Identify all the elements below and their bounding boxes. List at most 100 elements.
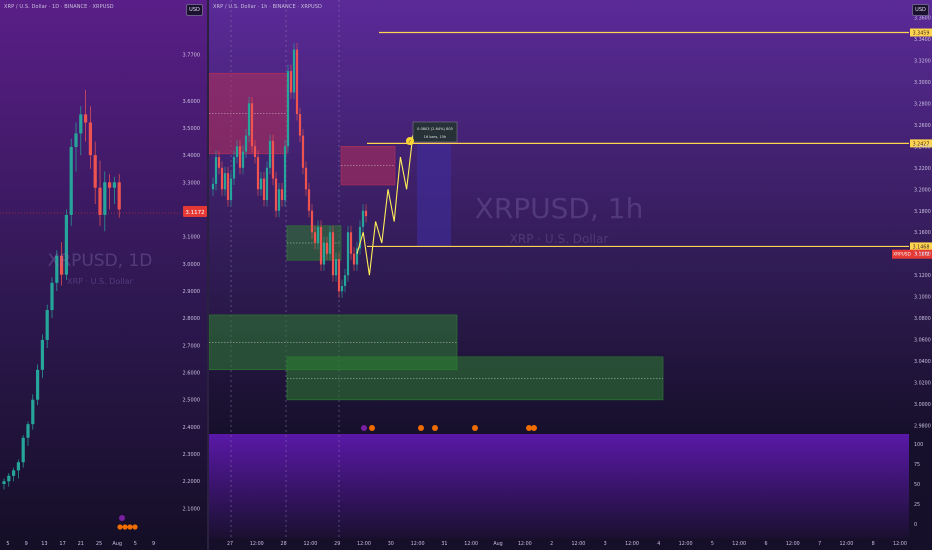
hourly-x-tick: 30 — [388, 541, 394, 547]
hourly-chart-canvas[interactable]: 3.34593.24273.1468XRPUSD 3.1172 3.36003.3… — [209, 0, 932, 550]
hourly-y-tick: 3.2000 — [914, 187, 931, 193]
hourly-candle — [226, 173, 230, 201]
price-level-tag-text: 3.3459 — [913, 31, 930, 37]
hourly-y-tick: 3.0800 — [914, 316, 931, 322]
hourly-x-tick: 8 — [872, 541, 875, 547]
event-icon[interactable] — [132, 524, 138, 530]
hourly-candle — [244, 135, 248, 152]
volume-axis-tick: 25 — [914, 502, 920, 508]
daily-y-tick: 2.7000 — [183, 343, 201, 349]
hourly-x-tick: 12:00 — [250, 541, 264, 547]
hourly-x-tick: 12:00 — [786, 541, 800, 547]
hourly-candle — [262, 178, 266, 201]
hourly-y-tick: 3.1200 — [914, 273, 931, 279]
daily-y-tick: 3.3000 — [183, 180, 201, 186]
hourly-candle — [349, 232, 353, 254]
daily-watermark-symbol: XRPUSD, 1D — [48, 251, 153, 271]
hourly-x-tick: 12:00 — [571, 541, 585, 547]
event-icon[interactable] — [117, 524, 123, 530]
hourly-y-tick: 3.3400 — [914, 37, 931, 43]
daily-candle — [36, 369, 40, 400]
hourly-candle — [250, 103, 254, 147]
hourly-candle — [313, 232, 317, 243]
hourly-x-tick: 3 — [604, 541, 607, 547]
daily-y-tick: 3.6000 — [183, 99, 201, 105]
daily-candle — [26, 424, 30, 438]
hourly-y-tick: 3.1400 — [914, 252, 931, 258]
hourly-candle — [310, 210, 314, 233]
daily-y-tick: 3.0000 — [183, 262, 201, 268]
demand-zone[interactable] — [286, 356, 664, 401]
hourly-y-tick: 3.1800 — [914, 209, 931, 215]
event-icon[interactable] — [432, 425, 438, 431]
daily-y-tick: 2.5000 — [183, 398, 201, 404]
hourly-y-tick: 3.3600 — [914, 15, 931, 21]
daily-y-tick: 3.7700 — [183, 53, 201, 59]
hourly-x-tick: 6 — [764, 541, 767, 547]
event-icon[interactable] — [472, 425, 478, 431]
hourly-y-tick: 3.2600 — [914, 123, 931, 129]
daily-currency-selector[interactable]: USD — [186, 4, 203, 16]
daily-candle — [45, 310, 49, 340]
daily-candle — [16, 462, 20, 471]
event-icon[interactable] — [361, 425, 367, 431]
event-icon[interactable] — [127, 524, 133, 530]
daily-x-tick: 5 — [134, 541, 137, 547]
hourly-watermark-symbol: XRPUSD, 1h — [475, 192, 644, 225]
hourly-x-tick: 12:00 — [625, 541, 639, 547]
daily-chart-canvas[interactable]: 3.77003.60003.50003.40003.30003.20003.10… — [0, 0, 207, 550]
hourly-candle — [361, 210, 365, 227]
hourly-chart-pane[interactable]: 3.3459 3.2427 3.1468 XRPUSD 3.1172 3.3600 3.3… — [209, 0, 932, 550]
hourly-candle — [247, 103, 251, 136]
daily-candle — [12, 470, 16, 476]
hourly-x-tick: 12:00 — [518, 541, 532, 547]
hourly-y-tick: 3.0200 — [914, 381, 931, 387]
daily-candle — [2, 481, 6, 484]
daily-candle — [88, 122, 92, 156]
event-icon[interactable] — [531, 425, 537, 431]
event-icon[interactable] — [122, 524, 128, 530]
daily-candle — [79, 114, 83, 134]
hourly-candle — [307, 189, 311, 211]
hourly-chart-header: XRP / U.S. Dollar · 1h · BINANCE · XRPUS… — [213, 4, 322, 10]
hourly-candle — [298, 114, 302, 136]
hourly-candle — [280, 189, 284, 201]
daily-candle — [84, 114, 88, 123]
hourly-candle — [268, 140, 272, 168]
hourly-candle — [274, 178, 278, 211]
hourly-y-tick: 2.9800 — [914, 424, 931, 430]
hourly-candle — [220, 167, 224, 190]
event-icon[interactable] — [369, 425, 375, 431]
hourly-candle — [232, 157, 236, 179]
target-tooltip-line1: 0.0803 (2.64%) 805 — [417, 127, 453, 131]
hourly-currency-selector[interactable]: USD — [912, 4, 929, 16]
daily-chart-pane[interactable]: 3.77003.60003.50003.40003.30003.20003.10… — [0, 0, 207, 550]
daily-y-tick: 2.1000 — [183, 506, 201, 512]
target-reached-icon: ✓ — [406, 137, 414, 145]
daily-candle — [31, 399, 35, 425]
hourly-candle — [229, 178, 233, 201]
hourly-x-tick: 12:00 — [411, 541, 425, 547]
hourly-candle — [235, 146, 239, 158]
hourly-candle — [322, 242, 326, 265]
hourly-y-tick: 3.2200 — [914, 166, 931, 172]
hourly-candle — [346, 232, 350, 276]
daily-x-tick: 17 — [59, 541, 65, 547]
hourly-candle — [211, 183, 215, 190]
daily-y-tick: 2.4000 — [183, 425, 201, 431]
hourly-candle — [319, 226, 323, 265]
hourly-candle — [331, 232, 335, 276]
current-price-symbol: XRPUSD — [893, 252, 911, 258]
hourly-candle — [259, 178, 263, 190]
event-icon[interactable] — [418, 425, 424, 431]
hourly-x-tick: 12:00 — [839, 541, 853, 547]
daily-watermark-name: XRP · U.S. Dollar — [67, 277, 133, 286]
daily-y-tick: 2.2000 — [183, 479, 201, 485]
event-icon[interactable] — [119, 515, 125, 521]
hourly-candle — [271, 140, 275, 179]
daily-x-tick: 9 — [25, 541, 28, 547]
hourly-x-tick: 31 — [441, 541, 447, 547]
daily-y-tick: 2.3000 — [183, 452, 201, 458]
hourly-candle — [328, 232, 332, 254]
hourly-y-tick: 3.0400 — [914, 359, 931, 365]
